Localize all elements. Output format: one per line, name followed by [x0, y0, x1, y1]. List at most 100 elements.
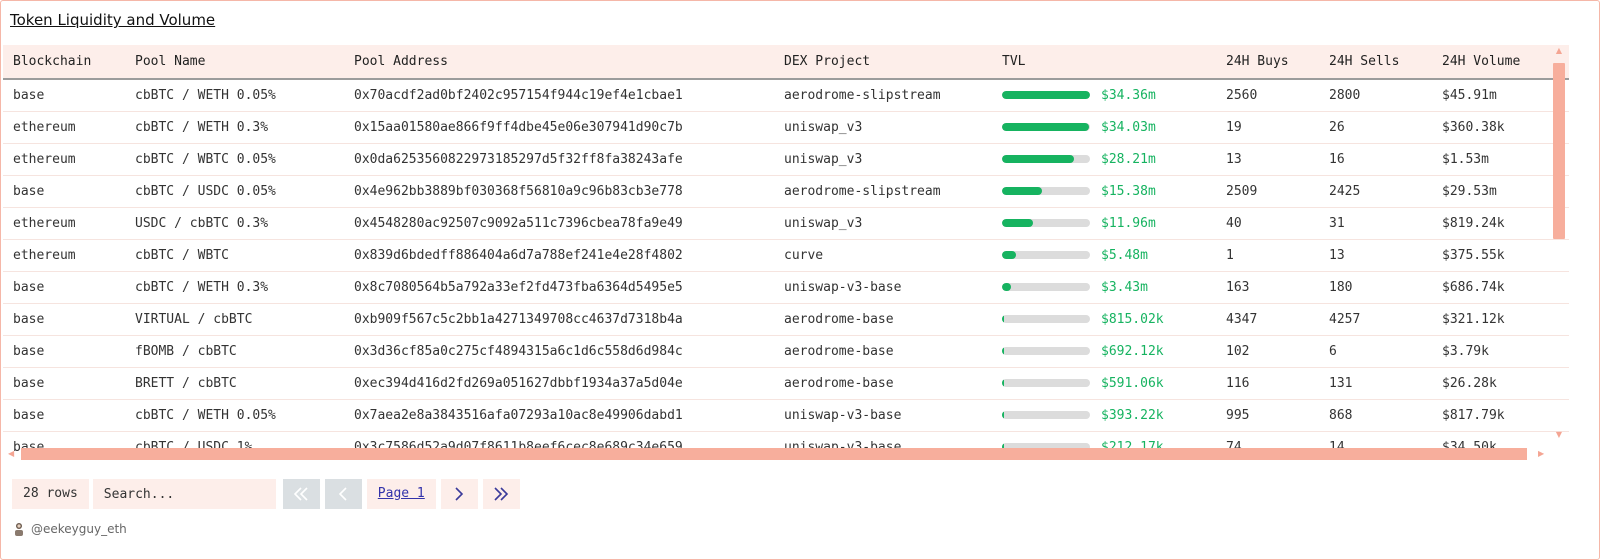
cell-dex-project: uniswap_v3	[774, 143, 992, 176]
tvl-bar-track	[1002, 283, 1090, 291]
cell-24h-sells: 2425	[1319, 175, 1432, 208]
cell-24h-volume: $817.79k	[1432, 399, 1569, 432]
cell-tvl: $34.03m	[992, 111, 1216, 144]
widget-title[interactable]: Token Liquidity and Volume	[10, 11, 215, 29]
tvl-cell-content: $692.12k	[1002, 344, 1206, 359]
first-page-button[interactable]	[282, 479, 320, 509]
cell-dex-project: uniswap_v3	[774, 111, 992, 144]
cell-dex-project: aerodrome-base	[774, 303, 992, 336]
last-page-button[interactable]	[482, 479, 520, 509]
cell-dex-project: uniswap-v3-base	[774, 399, 992, 432]
cell-tvl: $692.12k	[992, 335, 1216, 368]
table-row: base cbBTC / USDC 0.05% 0x4e962bb3889bf030…	[3, 175, 1569, 208]
next-page-button[interactable]	[440, 479, 478, 509]
cell-dex-project: aerodrome-slipstream	[774, 79, 992, 112]
cell-dex-project: curve	[774, 239, 992, 272]
vertical-scrollbar[interactable]: ▲ ▼	[1551, 45, 1567, 445]
tvl-bar-fill	[1002, 315, 1004, 323]
column-header-24h-buys[interactable]: 24H Buys	[1216, 45, 1319, 80]
cell-tvl: $591.06k	[992, 367, 1216, 400]
cell-pool-name: cbBTC / WETH 0.3%	[125, 111, 344, 144]
cell-pool-name: cbBTC / WBTC	[125, 239, 344, 272]
cell-blockchain: base	[3, 271, 125, 304]
cell-pool-address: 0x3d36cf85a0c275cf4894315a6c1d6c558d6d98…	[344, 335, 774, 368]
tvl-cell-content: $5.48m	[1002, 248, 1206, 263]
cell-24h-volume: $360.38k	[1432, 111, 1569, 144]
tvl-cell-content: $815.02k	[1002, 312, 1206, 327]
cell-pool-name: cbBTC / WBTC 0.05%	[125, 143, 344, 176]
cell-24h-sells: 26	[1319, 111, 1432, 144]
scroll-right-icon[interactable]: ▶	[1538, 450, 1544, 458]
tvl-value: $28.21m	[1101, 151, 1156, 167]
cell-tvl: $11.96m	[992, 207, 1216, 240]
cell-blockchain: base	[3, 175, 125, 208]
cell-24h-buys: 995	[1216, 399, 1319, 432]
column-header-blockchain[interactable]: Blockchain	[3, 45, 125, 80]
vertical-scroll-thumb[interactable]	[1553, 63, 1565, 239]
cell-dex-project: aerodrome-base	[774, 335, 992, 368]
cell-24h-sells: 2800	[1319, 79, 1432, 112]
horizontal-scrollbar[interactable]: ◀ ▶	[3, 446, 1551, 462]
cell-pool-address: 0x7aea2e8a3843516afa07293a10ac8e49906dab…	[344, 399, 774, 432]
scroll-left-icon[interactable]: ◀	[8, 450, 14, 458]
cell-24h-volume: $819.24k	[1432, 207, 1569, 240]
cell-tvl: $28.21m	[992, 143, 1216, 176]
tvl-bar-track	[1002, 347, 1090, 355]
tvl-cell-content: $15.38m	[1002, 184, 1206, 199]
cell-24h-buys: 116	[1216, 367, 1319, 400]
cell-pool-address: 0x839d6bdedff886404a6d7a788ef241e4e28f48…	[344, 239, 774, 272]
current-page-link[interactable]: Page 1	[366, 479, 436, 509]
tvl-bar-fill	[1002, 91, 1090, 100]
column-header-pool-name[interactable]: Pool Name	[125, 45, 344, 80]
tvl-bar-track	[1002, 91, 1090, 100]
cell-tvl: $815.02k	[992, 303, 1216, 336]
next-page-icon	[455, 487, 464, 501]
cell-blockchain: ethereum	[3, 143, 125, 176]
horizontal-scroll-thumb[interactable]	[21, 448, 1527, 460]
author-handle[interactable]: @eekeyguy_eth	[31, 522, 127, 536]
tvl-bar-track	[1002, 411, 1090, 419]
tvl-cell-content: $393.22k	[1002, 408, 1206, 423]
cell-pool-address: 0x4548280ac92507c9092a511c7396cbea78fa9e…	[344, 207, 774, 240]
cell-24h-volume: $26.28k	[1432, 367, 1569, 400]
cell-blockchain: base	[3, 367, 125, 400]
cell-pool-address: 0x8c7080564b5a792a33ef2fd473fba6364d5495…	[344, 271, 774, 304]
tvl-bar-track	[1002, 187, 1090, 195]
first-page-icon	[294, 487, 308, 501]
column-header-24h-volume[interactable]: 24H Volume	[1432, 45, 1569, 80]
column-header-dex-project[interactable]: DEX Project	[774, 45, 992, 80]
scroll-down-icon[interactable]: ▼	[1554, 431, 1564, 439]
prev-page-button[interactable]	[324, 479, 362, 509]
column-header-pool-address[interactable]: Pool Address	[344, 45, 774, 80]
tvl-bar-track	[1002, 155, 1090, 163]
cell-pool-name: fBOMB / cbBTC	[125, 335, 344, 368]
tvl-value: $692.12k	[1101, 343, 1164, 359]
search-input[interactable]	[92, 479, 276, 509]
cell-pool-address: 0x0da6253560822973185297d5f32ff8fa38243a…	[344, 143, 774, 176]
cell-24h-sells: 180	[1319, 271, 1432, 304]
table-row: base cbBTC / WETH 0.05% 0x70acdf2ad0bf2402…	[3, 79, 1569, 112]
pools-table: Blockchain Pool Name Pool Address DEX Pr…	[3, 45, 1569, 455]
tvl-value: $15.38m	[1101, 183, 1156, 199]
tvl-bar-fill	[1002, 379, 1004, 387]
cell-dex-project: uniswap_v3	[774, 207, 992, 240]
prev-page-icon	[339, 487, 347, 501]
cell-24h-volume: $45.91m	[1432, 79, 1569, 112]
tvl-bar-fill	[1002, 219, 1033, 227]
table-row: base cbBTC / WETH 0.05% 0x7aea2e8a3843516a…	[3, 399, 1569, 432]
cell-pool-address: 0xec394d416d2fd269a051627dbbf1934a37a5d0…	[344, 367, 774, 400]
cell-24h-buys: 102	[1216, 335, 1319, 368]
tvl-bar-track	[1002, 219, 1090, 227]
column-header-tvl[interactable]: TVL	[992, 45, 1216, 80]
author-credit[interactable]: @eekeyguy_eth	[13, 522, 127, 536]
cell-tvl: $393.22k	[992, 399, 1216, 432]
cell-pool-name: cbBTC / WETH 0.3%	[125, 271, 344, 304]
column-header-24h-sells[interactable]: 24H Sells	[1319, 45, 1432, 80]
cell-pool-name: USDC / cbBTC 0.3%	[125, 207, 344, 240]
cell-24h-sells: 868	[1319, 399, 1432, 432]
tvl-value: $34.36m	[1101, 87, 1156, 103]
tvl-bar-fill	[1002, 187, 1042, 195]
cell-24h-sells: 16	[1319, 143, 1432, 176]
scroll-up-icon[interactable]: ▲	[1554, 47, 1564, 55]
tvl-cell-content: $34.36m	[1002, 88, 1206, 103]
